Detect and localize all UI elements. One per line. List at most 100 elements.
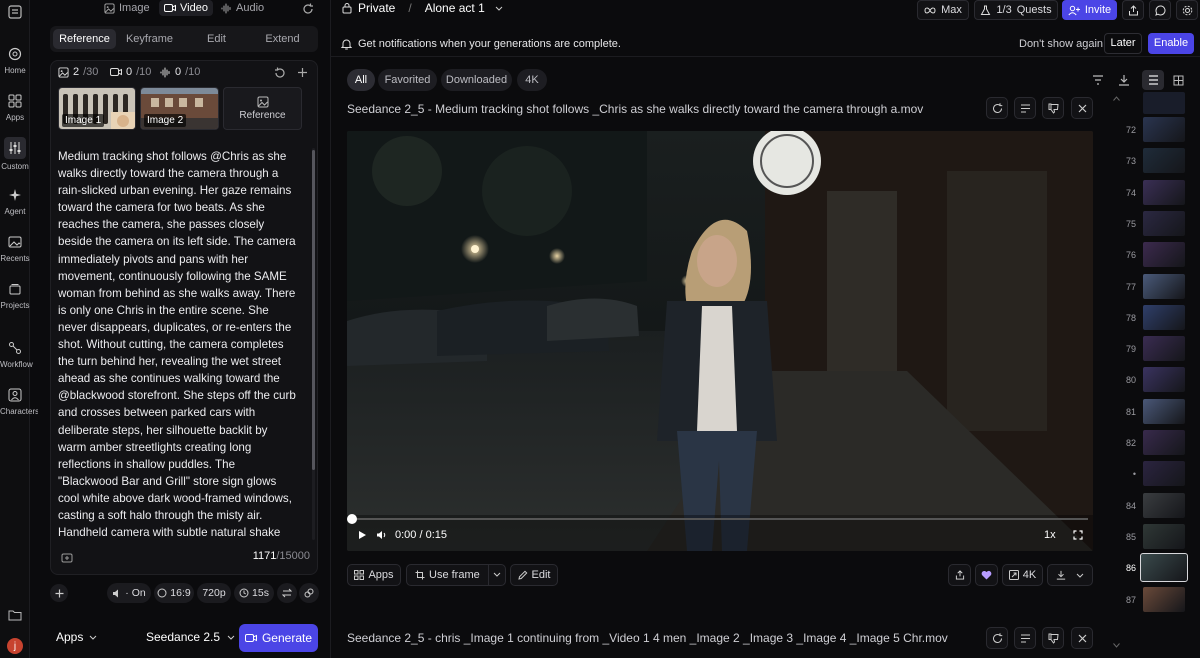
use-frame-button[interactable]: Use frame — [406, 564, 506, 586]
chevron-down-icon[interactable] — [493, 572, 501, 577]
filmstrip-item[interactable]: 72 — [1114, 116, 1196, 144]
filter-all[interactable]: All — [347, 69, 375, 91]
reference-image-1[interactable]: Image 1 — [58, 87, 136, 130]
nav-apps[interactable]: Apps — [0, 92, 30, 122]
resolution-select[interactable]: 720p — [197, 583, 231, 603]
filmstrip-thumbnail[interactable] — [1143, 430, 1185, 455]
download-button[interactable] — [1047, 564, 1093, 586]
enhance-icon[interactable] — [60, 551, 73, 564]
filmstrip-thumbnail[interactable] — [1143, 586, 1185, 612]
favorite-button[interactable] — [975, 564, 998, 586]
apps-button[interactable]: Apps — [347, 564, 401, 586]
filmstrip-item[interactable]: 75 — [1114, 210, 1196, 238]
filmstrip-thumbnail[interactable] — [1143, 461, 1185, 487]
filmstrip-thumbnail[interactable] — [1143, 148, 1185, 174]
scroll-down-icon[interactable] — [1112, 641, 1120, 649]
share-button[interactable] — [1122, 0, 1144, 20]
menu-icon[interactable] — [7, 4, 23, 20]
filmstrip-thumbnail[interactable] — [1140, 553, 1188, 583]
filmstrip-thumbnail[interactable] — [1143, 367, 1185, 393]
filmstrip-item[interactable]: 76 — [1114, 241, 1196, 269]
filmstrip-item[interactable]: 81 — [1114, 398, 1196, 426]
filmstrip-item[interactable]: 82 — [1114, 429, 1196, 457]
filmstrip-item[interactable]: 80 — [1114, 366, 1196, 394]
add-button[interactable] — [50, 584, 68, 602]
tab-image[interactable]: Image — [104, 0, 150, 16]
close-button-2[interactable] — [1071, 627, 1093, 649]
playback-speed[interactable]: 1x — [1044, 529, 1056, 541]
fullscreen-icon[interactable] — [1072, 529, 1084, 541]
nav-home[interactable]: Home — [0, 45, 30, 75]
filter-downloaded[interactable]: Downloaded — [441, 69, 512, 91]
filmstrip-thumbnail[interactable] — [1143, 336, 1185, 362]
close-button[interactable] — [1071, 97, 1093, 119]
add-reference-button[interactable]: Reference — [223, 87, 302, 130]
filmstrip-item[interactable]: • — [1114, 460, 1196, 488]
reference-image-2[interactable]: Image 2 — [140, 87, 219, 130]
download-all-icon[interactable] — [1117, 73, 1131, 87]
filmstrip-item[interactable]: 87 — [1114, 586, 1196, 614]
add-icon[interactable] — [296, 66, 309, 79]
filmstrip-item[interactable]: 86 — [1114, 553, 1196, 583]
prompt-scrollbar-thumb[interactable] — [312, 150, 315, 470]
folder-icon[interactable] — [8, 608, 22, 622]
reset-icon[interactable] — [273, 66, 286, 79]
enable-button[interactable]: Enable — [1148, 33, 1194, 54]
edit-button[interactable]: Edit — [510, 564, 558, 586]
filmstrip-thumbnail[interactable] — [1143, 117, 1185, 142]
share-video-button[interactable] — [948, 564, 971, 586]
filmstrip-thumbnail[interactable] — [1143, 210, 1185, 236]
privacy-label[interactable]: Private — [358, 1, 395, 15]
nav-agent[interactable]: Agent — [0, 186, 30, 216]
project-name[interactable]: Alone act 1 — [425, 1, 485, 15]
max-button[interactable]: Max — [917, 0, 969, 20]
filmstrip-item[interactable]: 73 — [1114, 147, 1196, 175]
details-button[interactable] — [1014, 97, 1036, 119]
duration-select[interactable]: 15s — [234, 583, 274, 603]
filmstrip-thumbnail[interactable] — [1143, 492, 1185, 518]
filmstrip-thumbnail[interactable] — [1143, 304, 1185, 330]
volume-icon[interactable] — [375, 529, 387, 541]
chat-button[interactable] — [1149, 0, 1171, 20]
nav-characters[interactable]: Characters — [0, 386, 39, 416]
model-dropdown[interactable]: Seedance 2.5 — [146, 630, 235, 644]
tab-keyframe[interactable]: Keyframe — [118, 29, 181, 49]
video-player[interactable]: 0:00 / 0:15 1x — [347, 131, 1093, 551]
feedback-button[interactable] — [1042, 97, 1064, 119]
quests-button[interactable]: 1/3 Quests — [974, 0, 1058, 20]
list-view-button[interactable] — [1142, 70, 1164, 90]
regenerate-button-2[interactable] — [986, 627, 1008, 649]
nav-recents[interactable]: Recents — [0, 233, 30, 263]
refresh-icon[interactable] — [301, 2, 315, 16]
feedback-button-2[interactable] — [1042, 627, 1064, 649]
tab-extend[interactable]: Extend — [251, 29, 314, 49]
nav-workflow[interactable]: Workflow — [0, 339, 33, 369]
scroll-up-icon[interactable] — [1112, 94, 1120, 102]
filmstrip-thumbnail[interactable] — [1143, 398, 1185, 424]
tab-edit[interactable]: Edit — [185, 29, 248, 49]
filmstrip-thumbnail[interactable] — [1143, 273, 1185, 299]
regenerate-button[interactable] — [986, 97, 1008, 119]
generate-button[interactable]: Generate — [239, 624, 318, 652]
tab-reference[interactable]: Reference — [53, 29, 116, 49]
filmstrip-thumbnail[interactable] — [1143, 179, 1185, 205]
filmstrip-thumb-partial[interactable] — [1143, 92, 1185, 114]
filmstrip-item[interactable]: 84 — [1114, 492, 1196, 520]
apps-dropdown[interactable]: Apps — [56, 630, 97, 644]
play-icon[interactable] — [356, 529, 368, 541]
grid-view-button[interactable] — [1168, 70, 1188, 90]
dont-show-again-button[interactable]: Don't show again — [1019, 38, 1103, 50]
prompt-input[interactable]: Medium tracking shot follows @Chris as s… — [58, 148, 298, 540]
details-button-2[interactable] — [1014, 627, 1036, 649]
tab-video[interactable]: Video — [159, 0, 213, 16]
link-button[interactable] — [299, 583, 319, 603]
avatar[interactable]: j — [7, 638, 23, 654]
settings-button[interactable] — [1176, 0, 1198, 20]
filmstrip-thumbnail[interactable] — [1143, 242, 1185, 268]
filmstrip-thumbnail[interactable] — [1143, 523, 1185, 549]
invite-button[interactable]: Invite — [1062, 0, 1117, 20]
filmstrip-item[interactable]: 85 — [1114, 523, 1196, 551]
filmstrip-item[interactable]: 77 — [1114, 273, 1196, 301]
swap-button[interactable] — [277, 583, 297, 603]
chevron-down-icon[interactable] — [495, 6, 503, 11]
